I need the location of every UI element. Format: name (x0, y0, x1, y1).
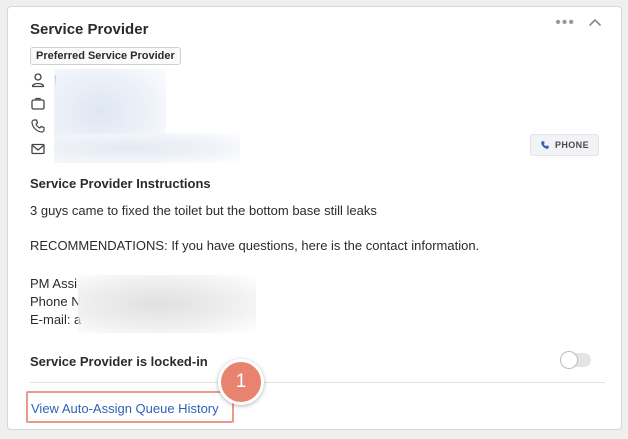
divider (30, 382, 605, 383)
briefcase-icon (31, 97, 45, 110)
step-number-badge: 1 (218, 359, 264, 405)
phone-button[interactable]: PHONE (529, 134, 599, 156)
phone-icon (541, 141, 549, 149)
toggle-knob (560, 351, 578, 369)
instructions-title: Service Provider Instructions (30, 176, 211, 191)
instructions-line: E-mail: a (30, 312, 82, 327)
locked-in-label: Service Provider is locked-in (30, 354, 208, 369)
redacted-pm-contact (78, 275, 256, 333)
chevron-up-icon[interactable] (587, 15, 603, 31)
user-icon (31, 73, 45, 88)
view-auto-assign-queue-history-link[interactable]: View Auto-Assign Queue History (31, 401, 219, 416)
mail-icon (31, 143, 45, 155)
instructions-line: 3 guys came to fixed the toilet but the … (30, 203, 377, 218)
phone-button-label: PHONE (554, 140, 589, 150)
preferred-provider-badge: Preferred Service Provider (30, 47, 181, 65)
redacted-email-details (54, 133, 240, 163)
service-provider-card: Service Provider ••• Preferred Service P… (7, 6, 622, 430)
instructions-line: RECOMMENDATIONS: If you have questions, … (30, 238, 480, 253)
locked-in-toggle[interactable] (560, 351, 591, 369)
phone-icon (31, 119, 45, 133)
instructions-line: PM Assi (30, 276, 77, 291)
more-options-icon[interactable]: ••• (555, 15, 575, 31)
contact-row-name: l (30, 71, 57, 89)
instructions-line: Phone N (30, 294, 81, 309)
card-actions: ••• (555, 15, 603, 31)
contact-row-company: l (30, 94, 57, 112)
card-title: Service Provider (30, 21, 149, 38)
